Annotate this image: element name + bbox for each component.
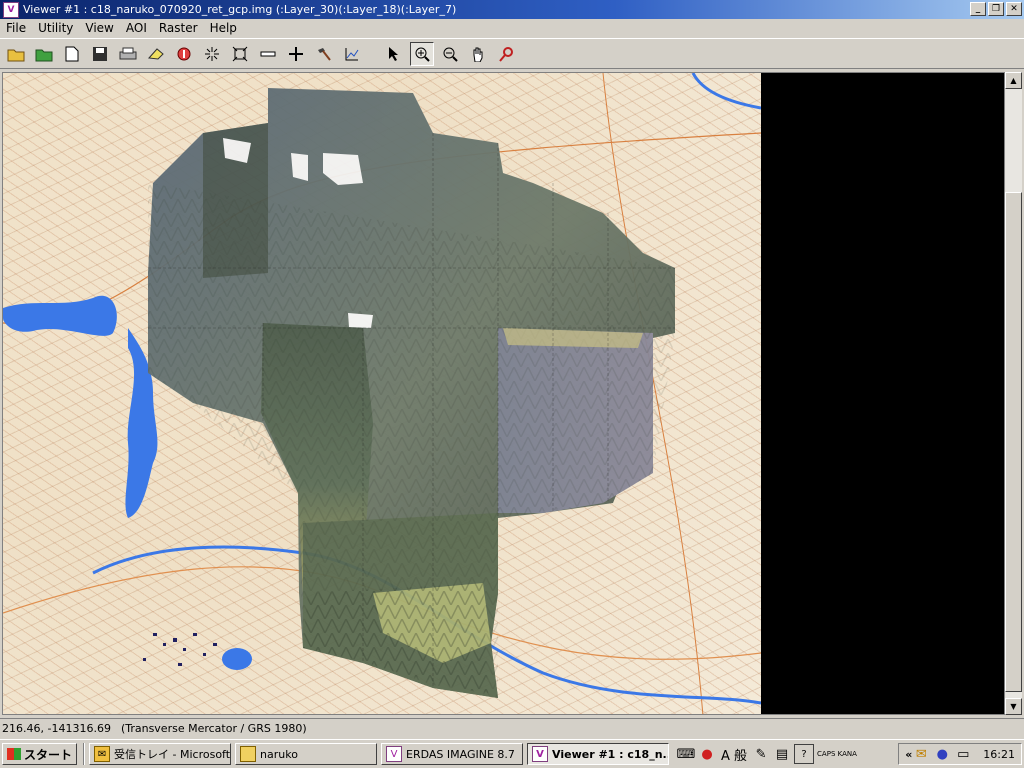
title-bar[interactable]: V Viewer #1 : c18_naruko_070920_ret_gcp.… [0, 0, 1024, 19]
task-outlook[interactable]: ✉ 受信トレイ - Microsoft ... [89, 743, 232, 765]
profile-icon[interactable] [340, 42, 364, 66]
close-button[interactable]: ✕ [1006, 2, 1022, 16]
task-label: naruko [260, 747, 298, 761]
viewer-icon: V [532, 746, 549, 762]
fit-icon[interactable] [228, 42, 252, 66]
taskbar: スタート ✉ 受信トレイ - Microsoft ... naruko V ER… [0, 739, 1024, 768]
viewer-app-icon[interactable]: V [3, 1, 19, 18]
projection-info: (Transverse Mercator / GRS 1980) [120, 722, 307, 735]
ime-toolbar: ⌨ ● A 般 ✎ ▤ ? CAPS KANA [677, 744, 860, 764]
clock: 16:21 [983, 747, 1015, 761]
map-canvas[interactable] [3, 73, 761, 714]
tray-expand-button[interactable]: « [905, 748, 912, 761]
network-tray-icon[interactable]: ● [933, 745, 951, 763]
zoom-in-extent-icon[interactable] [200, 42, 224, 66]
open-layer-icon[interactable] [32, 42, 56, 66]
ime-tools-icon[interactable]: ✎ [752, 745, 770, 763]
start-button[interactable]: スタート [2, 743, 78, 765]
task-label: Viewer #1 : c18_n... [552, 747, 670, 761]
status-bar: 216.46, -141316.69 (Transverse Mercator … [0, 718, 1024, 738]
monitor-tray-icon[interactable]: ▭ [954, 745, 972, 763]
task-label: ERDAS IMAGINE 8.7 [406, 747, 515, 761]
menu-bar: File Utility View AOI Raster Help [0, 19, 1024, 37]
minimize-button[interactable]: _ [970, 2, 986, 16]
zoom-in-icon[interactable] [410, 41, 434, 66]
scroll-down-button[interactable]: ▼ [1005, 698, 1022, 715]
inquire-icon[interactable] [494, 42, 518, 66]
task-viewer[interactable]: V Viewer #1 : c18_n... [527, 743, 670, 765]
zoom-out-icon[interactable] [438, 42, 462, 66]
pan-hand-icon[interactable] [466, 42, 490, 66]
image-viewer[interactable] [2, 72, 1005, 715]
ime-pad-icon[interactable]: ▤ [773, 745, 791, 763]
new-icon[interactable] [60, 42, 84, 66]
task-erdas[interactable]: V ERDAS IMAGINE 8.7 [381, 743, 524, 765]
windows-logo-icon [7, 748, 21, 760]
start-label: スタート [24, 747, 73, 762]
folder-icon [240, 746, 257, 762]
task-folder[interactable]: naruko [235, 743, 378, 765]
open-icon[interactable] [4, 42, 28, 66]
raster-layers [3, 73, 761, 714]
crosshair-icon[interactable] [284, 42, 308, 66]
toolbar [0, 38, 1024, 69]
select-arrow-icon[interactable] [382, 42, 406, 66]
maximize-button[interactable]: ❐ [988, 2, 1004, 16]
menu-help[interactable]: Help [204, 21, 243, 35]
eraser-icon[interactable] [144, 42, 168, 66]
inbox-icon: ✉ [94, 746, 111, 762]
info-icon[interactable] [172, 42, 196, 66]
menu-view[interactable]: View [79, 21, 119, 35]
window-title: Viewer #1 : c18_naruko_070920_ret_gcp.im… [23, 3, 457, 16]
save-icon[interactable] [88, 42, 112, 66]
keyboard-icon[interactable]: ⌨ [677, 745, 696, 763]
vertical-scrollbar[interactable]: ▲ ▼ [1005, 72, 1022, 715]
menu-aoi[interactable]: AOI [120, 21, 153, 35]
scroll-up-button[interactable]: ▲ [1005, 72, 1022, 89]
help-icon[interactable]: ? [794, 744, 815, 764]
measure-icon[interactable] [256, 42, 280, 66]
hammer-icon[interactable] [312, 42, 336, 66]
erdas-icon: V [386, 746, 403, 762]
menu-file[interactable]: File [0, 21, 32, 35]
mail-tray-icon[interactable]: ✉ [912, 745, 930, 763]
ime-mode[interactable]: A 般 [719, 745, 749, 764]
print-icon[interactable] [116, 42, 140, 66]
menu-utility[interactable]: Utility [32, 21, 79, 35]
scroll-thumb[interactable] [1005, 192, 1022, 692]
task-label: 受信トレイ - Microsoft ... [114, 748, 231, 761]
menu-raster[interactable]: Raster [153, 21, 204, 35]
caps-kana-indicator: CAPS KANA [817, 750, 857, 758]
system-tray: « ✉ ● ▭ 16:21 [898, 743, 1022, 765]
cursor-coordinates: 216.46, -141316.69 [2, 722, 111, 735]
ime-icon[interactable]: ● [698, 745, 716, 763]
